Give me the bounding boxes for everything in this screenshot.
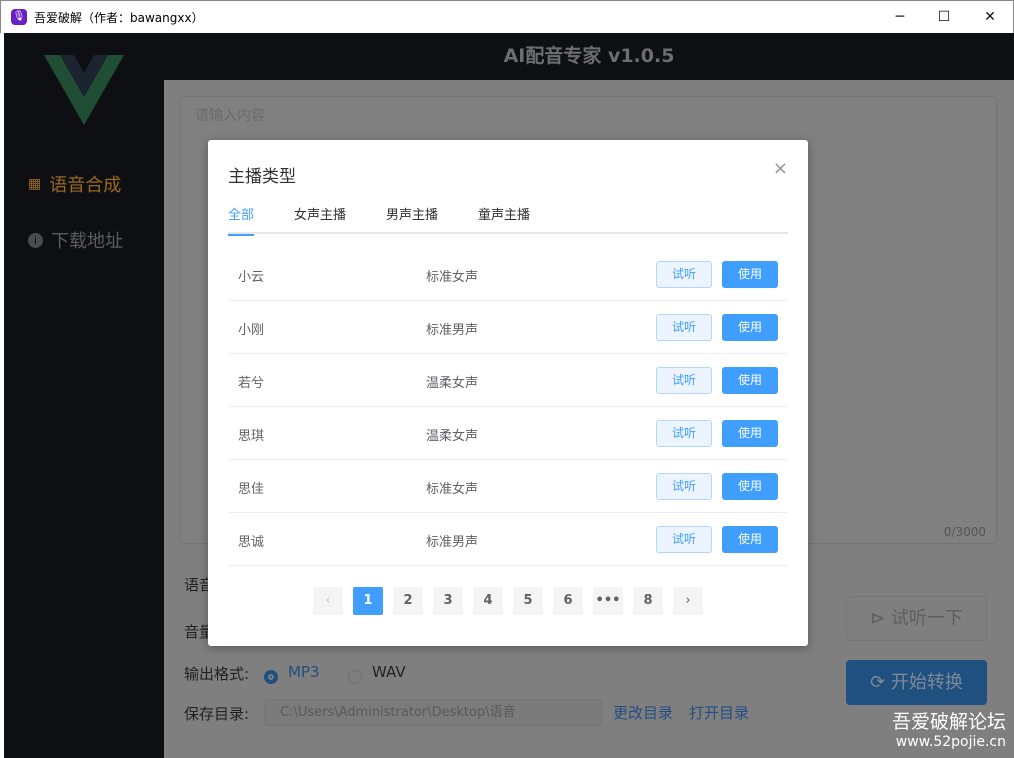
tab-all[interactable]: 全部	[228, 204, 255, 236]
grid-icon: ▦	[28, 176, 42, 192]
use-button[interactable]: 使用	[722, 420, 778, 447]
tab-bar: 全部 女声主播 男声主播 童声主播	[228, 204, 788, 236]
radio-wav-label[interactable]: WAV	[372, 663, 406, 681]
microphone-icon: 🎙	[11, 9, 27, 25]
char-count: 0/3000	[943, 525, 986, 539]
listen-button[interactable]: 试听	[656, 526, 712, 553]
refresh-icon: ⟳	[870, 672, 886, 693]
listen-button[interactable]: 试听	[656, 367, 712, 394]
anchor-type: 标准男声	[426, 535, 479, 550]
table-row: 小刚 标准男声 试听 使用	[228, 301, 788, 354]
listen-button[interactable]: 试听	[656, 261, 712, 288]
listen-button[interactable]: 试听	[656, 314, 712, 341]
sidebar: ▦ 语音合成 i 下载地址	[4, 33, 164, 758]
format-label: 输出格式:	[184, 665, 250, 683]
app-header: AI配音专家 v1.0.5	[164, 33, 1014, 80]
listen-button[interactable]: 试听	[656, 473, 712, 500]
anchor-name: 若兮	[238, 376, 265, 391]
maximize-button[interactable]: ☐	[921, 1, 967, 33]
use-button[interactable]: 使用	[722, 367, 778, 394]
content-placeholder: 请输入内容	[195, 108, 265, 124]
page-button[interactable]: 5	[513, 587, 543, 615]
page-button[interactable]: •••	[593, 587, 623, 615]
watermark-line2: www.52pojie.cn	[895, 734, 1006, 750]
page-button[interactable]: 3	[433, 587, 463, 615]
page-button[interactable]: 8	[633, 587, 663, 615]
anchor-name: 小云	[238, 270, 265, 285]
prev-page-button[interactable]: ‹	[313, 587, 343, 615]
radio-mp3-label[interactable]: MP3	[288, 663, 320, 681]
watermark: 吾爱破解论坛 www.52pojie.cn	[892, 707, 1006, 750]
table-row: 思佳 标准女声 试听 使用	[228, 460, 788, 513]
anchor-name: 小刚	[238, 323, 265, 338]
anchor-name: 思琪	[238, 429, 265, 444]
sidebar-item-download[interactable]: i 下载地址	[28, 227, 123, 253]
anchor-type: 温柔女声	[426, 429, 479, 444]
info-icon: i	[28, 232, 43, 248]
tab-male[interactable]: 男声主播	[386, 204, 438, 234]
start-convert-button[interactable]: ⟳ 开始转换	[846, 660, 987, 705]
play-circle-icon: ⊳	[870, 608, 886, 629]
watermark-line1: 吾爱破解论坛	[891, 711, 1006, 733]
radio-mp3[interactable]	[264, 670, 278, 684]
table-row: 思诚 标准男声 试听 使用	[228, 513, 788, 566]
use-button[interactable]: 使用	[722, 526, 778, 553]
anchor-list: 小云 标准女声 试听 使用 小刚 标准男声 试听 使用 若兮 温柔女声 试听 使…	[228, 248, 788, 566]
sidebar-item-speech-synthesis[interactable]: ▦ 语音合成	[28, 171, 121, 197]
anchor-type: 标准女声	[426, 482, 479, 497]
dialog-title: 主播类型	[228, 167, 296, 187]
page-button[interactable]: 6	[553, 587, 583, 615]
use-button[interactable]: 使用	[722, 261, 778, 288]
vue-logo-icon	[44, 55, 124, 125]
pagination: ‹ 1 2 3 4 5 6 ••• 8 ›	[313, 587, 703, 615]
table-row: 思琪 温柔女声 试听 使用	[228, 407, 788, 460]
anchor-type: 温柔女声	[426, 376, 479, 391]
save-dir-input[interactable]: C:\Users\Administrator\Desktop\语音	[264, 699, 602, 726]
anchor-name: 思佳	[238, 482, 265, 497]
anchor-name: 思诚	[238, 535, 265, 550]
radio-wav[interactable]	[348, 670, 362, 684]
tab-female[interactable]: 女声主播	[294, 204, 346, 234]
close-icon[interactable]: ×	[773, 158, 788, 179]
minimize-button[interactable]: ─	[877, 1, 923, 33]
change-dir-link[interactable]: 更改目录	[613, 702, 673, 723]
page-button[interactable]: 4	[473, 587, 503, 615]
anchor-type: 标准女声	[426, 270, 479, 285]
title-bar: 🎙 吾爱破解（作者：bawangxx） ─ ☐ ✕	[0, 0, 1014, 33]
tab-child[interactable]: 童声主播	[478, 204, 530, 234]
use-button[interactable]: 使用	[722, 314, 778, 341]
close-button[interactable]: ✕	[967, 1, 1013, 33]
use-button[interactable]: 使用	[722, 473, 778, 500]
page-button[interactable]: 1	[353, 587, 383, 615]
page-button[interactable]: 2	[393, 587, 423, 615]
preview-button[interactable]: ⊳ 试听一下	[846, 596, 987, 641]
save-dir-label: 保存目录:	[184, 705, 250, 723]
table-row: 若兮 温柔女声 试听 使用	[228, 354, 788, 407]
anchor-type-dialog: 主播类型 × 全部 女声主播 男声主播 童声主播 小云 标准女声 试听 使用 小…	[208, 140, 808, 646]
listen-button[interactable]: 试听	[656, 420, 712, 447]
table-row: 小云 标准女声 试听 使用	[228, 248, 788, 301]
anchor-type: 标准男声	[426, 323, 479, 338]
window-title: 吾爱破解（作者：bawangxx）	[34, 11, 204, 25]
open-dir-link[interactable]: 打开目录	[689, 702, 749, 723]
next-page-button[interactable]: ›	[673, 587, 703, 615]
